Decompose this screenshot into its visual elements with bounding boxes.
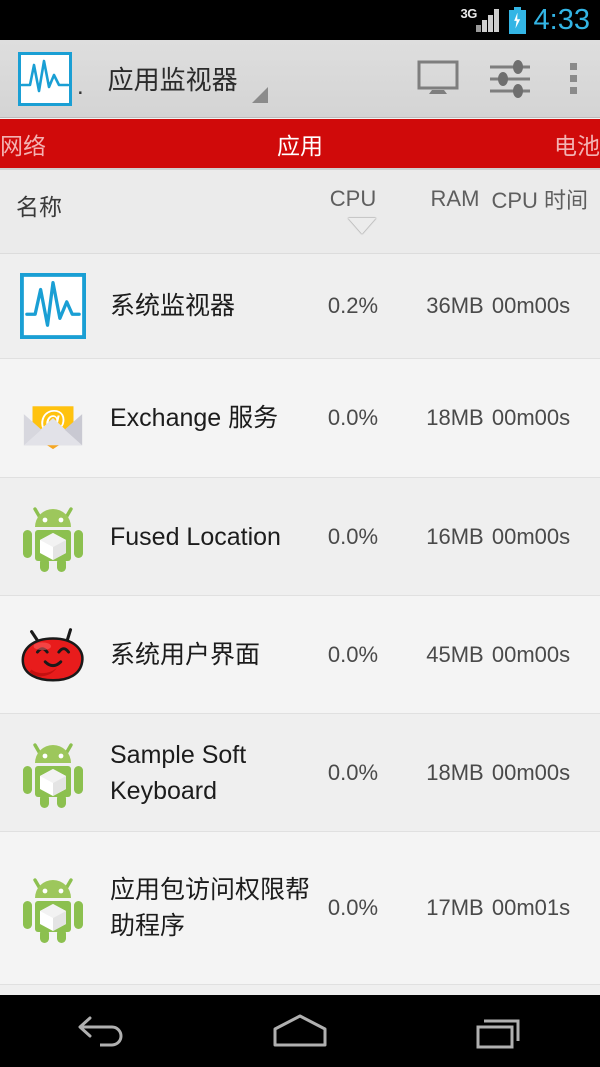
app-cpu: 0.0% bbox=[327, 895, 379, 920]
table-row[interactable]: @ Exchange 服务 0.0% 18MB 00m00s bbox=[0, 359, 600, 478]
app-cpu: 0.0% bbox=[327, 405, 379, 430]
action-bar: . 应用监视器 bbox=[0, 40, 600, 118]
dropdown-triangle-icon[interactable] bbox=[251, 87, 268, 103]
jellybean-face-icon bbox=[18, 620, 88, 690]
column-header-ram[interactable]: RAM bbox=[424, 186, 486, 212]
app-name: Sample Soft Keyboard bbox=[110, 740, 247, 805]
app-cpu-time: 00m00s bbox=[491, 523, 571, 549]
signal-strength-bars bbox=[475, 8, 501, 32]
app-cpu-time: 00m00s bbox=[491, 293, 571, 318]
android-robot-icon bbox=[18, 738, 88, 808]
network-type-label: 3G bbox=[460, 6, 478, 21]
table-row[interactable]: Sample Soft Keyboard 0.0% 18MB 00m00s bbox=[0, 714, 600, 832]
app-cpu: 0.0% bbox=[327, 759, 379, 785]
table-row[interactable]: 系统用户界面 0.0% 45MB 00m00s bbox=[0, 596, 600, 714]
signal-bars-icon: 3G bbox=[461, 5, 501, 35]
app-name: Fused Location bbox=[110, 522, 281, 551]
table-row[interactable]: Fused Location 0.0% 16MB 00m00s bbox=[0, 478, 600, 596]
android-robot-icon bbox=[18, 502, 88, 572]
column-header-cpu[interactable]: CPU bbox=[324, 186, 382, 212]
app-name: 应用包访问权限帮助程序 bbox=[110, 876, 311, 940]
status-bar: 3G 4:33 bbox=[0, 0, 600, 40]
column-header-row: 名称 CPU RAM CPU 时间 bbox=[0, 170, 600, 254]
app-name: 系统用户界面 bbox=[110, 640, 261, 669]
overflow-dots bbox=[569, 63, 577, 94]
table-row[interactable]: 系统监视器 0.2% 36MB 00m00s bbox=[0, 254, 600, 359]
app-cpu-time: 00m00s bbox=[491, 405, 571, 430]
settings-sliders-icon[interactable] bbox=[474, 40, 546, 118]
column-header-name[interactable]: 名称 bbox=[16, 188, 62, 222]
table-row[interactable]: 应用包访问权限帮助程序 0.0% 17MB 00m01s bbox=[0, 832, 600, 985]
app-cpu: 0.0% bbox=[327, 523, 379, 549]
overflow-menu-icon[interactable] bbox=[546, 40, 600, 118]
system-navigation-bar bbox=[0, 995, 600, 1067]
app-cpu-time: 00m00s bbox=[491, 641, 571, 667]
app-screen: 3G 4:33 . 应用监视器 网络 应用 电池 名称 CPU RAM CPU … bbox=[0, 0, 600, 1067]
app-cpu-time: 00m01s bbox=[491, 895, 571, 920]
clock-label: 4:33 bbox=[533, 3, 590, 36]
page-title[interactable]: 应用监视器 bbox=[108, 60, 238, 97]
android-robot-icon bbox=[18, 873, 88, 943]
tab-network[interactable]: 网络 bbox=[0, 127, 46, 161]
sort-descending-arrow-icon[interactable] bbox=[348, 218, 376, 234]
email-envelope-icon: @ bbox=[18, 383, 88, 453]
app-list[interactable]: 系统监视器 0.2% 36MB 00m00s @ Exchange 服务 0.0… bbox=[0, 254, 600, 995]
display-icon[interactable] bbox=[402, 40, 474, 118]
home-icon[interactable] bbox=[240, 995, 360, 1067]
battery-charging-icon bbox=[508, 6, 526, 34]
app-cpu: 0.0% bbox=[327, 641, 379, 667]
app-cpu: 0.2% bbox=[327, 293, 379, 318]
tab-battery[interactable]: 电池 bbox=[554, 127, 600, 161]
app-name: Exchange 服务 bbox=[110, 404, 279, 432]
waveform-monitor-icon[interactable] bbox=[18, 51, 72, 106]
app-icon-suffix: . bbox=[77, 73, 84, 100]
recents-icon[interactable] bbox=[440, 995, 560, 1067]
column-header-cpu-time[interactable]: CPU 时间 bbox=[478, 186, 588, 216]
waveform-monitor-icon bbox=[18, 271, 88, 341]
tab-apps[interactable]: 应用 bbox=[277, 127, 323, 161]
tab-bar: 网络 应用 电池 bbox=[0, 118, 600, 170]
app-name: 系统监视器 bbox=[110, 292, 236, 320]
back-icon[interactable] bbox=[40, 995, 160, 1067]
app-cpu-time: 00m00s bbox=[491, 759, 571, 785]
